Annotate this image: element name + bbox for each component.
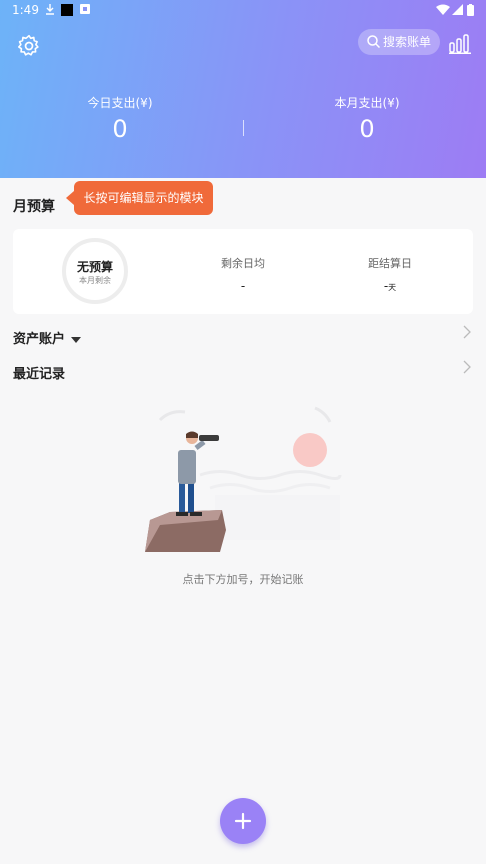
asset-accounts-label: 资产账户	[13, 332, 66, 347]
settings-gear-icon[interactable]	[16, 33, 42, 59]
status-bar: 1:49	[0, 0, 486, 22]
statistics-icon[interactable]	[449, 34, 471, 54]
budget-remaining-label: 本月剩余	[79, 276, 111, 285]
battery-icon	[467, 4, 474, 16]
empty-state-hint: 点击下方加号，开始记账	[182, 573, 304, 586]
month-expense[interactable]: 本月支出(¥) 0	[287, 94, 447, 143]
budget-card[interactable]: 无预算 本月剩余 剩余日均 - 距结算日 -天	[13, 229, 473, 314]
recent-records-title: 最近记录	[13, 367, 66, 382]
chevron-right-icon[interactable]	[462, 325, 472, 339]
plus-icon	[234, 812, 252, 830]
download-icon	[46, 4, 54, 15]
month-expense-value: 0	[359, 115, 375, 143]
month-expense-label: 本月支出(¥)	[334, 96, 400, 110]
budget-status: 无预算	[76, 260, 113, 274]
daily-remaining: 剩余日均 -	[193, 255, 293, 293]
app-notification-icon	[80, 4, 90, 14]
black-square-icon	[61, 4, 73, 16]
status-time: 1:49	[12, 3, 39, 17]
daily-remaining-label: 剩余日均	[221, 257, 265, 270]
add-record-button[interactable]	[220, 798, 266, 844]
asset-accounts-title[interactable]: 资产账户	[13, 328, 82, 347]
header-divider	[243, 120, 244, 136]
days-unit: 天	[388, 283, 397, 292]
search-icon	[367, 35, 380, 48]
days-to-settlement-label: 距结算日	[368, 257, 412, 270]
search-label: 搜索账单	[383, 35, 432, 49]
days-to-settlement: 距结算日 -天	[340, 255, 440, 293]
chevron-right-icon[interactable]	[462, 360, 472, 374]
budget-title: 月预算	[13, 199, 55, 215]
today-expense-label: 今日支出(¥)	[87, 96, 153, 110]
edit-modules-tooltip[interactable]: 长按可编辑显示的模块	[66, 181, 213, 215]
today-expense-value: 0	[112, 115, 128, 143]
signal-icon	[452, 4, 463, 15]
daily-remaining-value: -	[240, 279, 246, 293]
today-expense[interactable]: 今日支出(¥) 0	[40, 94, 200, 143]
days-to-settlement-value-wrap: -天	[340, 279, 440, 293]
header: 1:49 搜索账单 今日支出(¥) 0 本月支出(¥) 0	[0, 0, 486, 178]
empty-state-illustration	[145, 406, 342, 552]
caret-down-icon	[71, 336, 82, 343]
search-bills-button[interactable]: 搜索账单	[358, 29, 440, 55]
wifi-icon	[436, 4, 450, 15]
